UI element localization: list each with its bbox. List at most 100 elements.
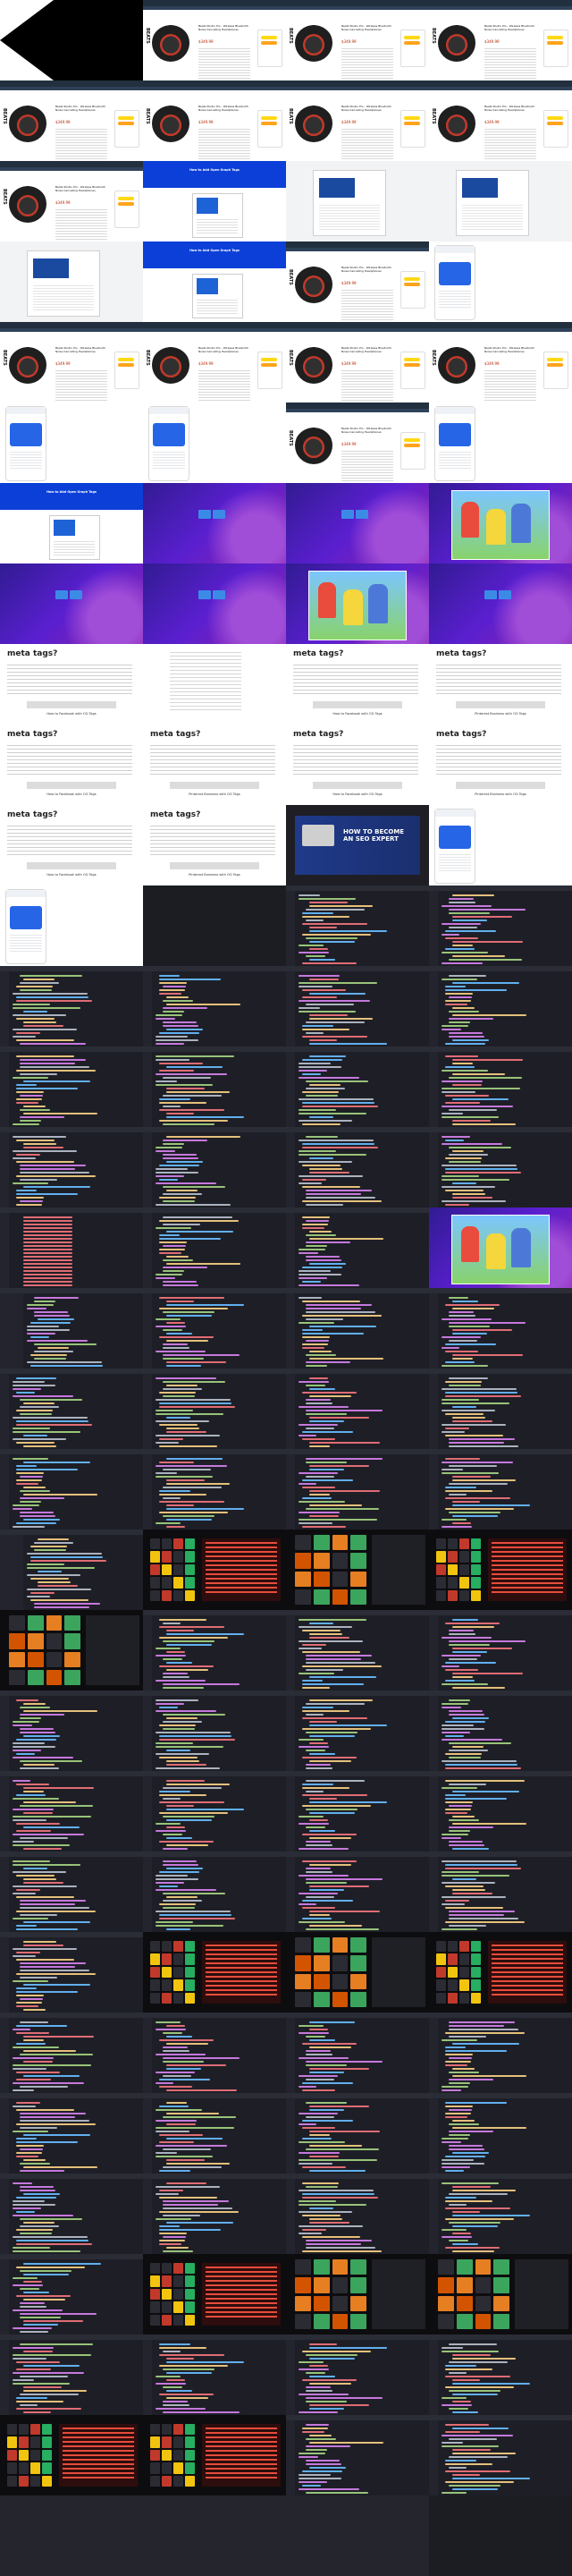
pokemon-card[interactable] <box>185 2436 195 2448</box>
folder-icon[interactable] <box>356 510 368 519</box>
editor-tabs[interactable] <box>143 1368 286 1374</box>
pokemon-card[interactable] <box>475 2313 492 2329</box>
pokemon-card[interactable] <box>459 1589 469 1601</box>
pokemon-card[interactable] <box>438 2277 454 2293</box>
pokemon-card[interactable] <box>185 1589 195 1601</box>
pokemon-card[interactable] <box>471 1563 481 1576</box>
editor-tabs[interactable] <box>0 1046 143 1052</box>
pokemon-card[interactable] <box>350 2295 366 2311</box>
pokemon-card[interactable] <box>173 1551 183 1563</box>
pokemon-card[interactable] <box>350 1535 366 1551</box>
editor-tabs[interactable] <box>0 1449 143 1454</box>
editor-tabs[interactable] <box>429 1771 572 1776</box>
pokemon-card[interactable] <box>162 2436 172 2448</box>
editor-tabs[interactable] <box>0 966 143 971</box>
pokemon-card[interactable] <box>436 1992 446 2004</box>
pokemon-card[interactable] <box>313 1937 330 1953</box>
pokemon-card[interactable] <box>471 1577 481 1589</box>
editor-tabs[interactable] <box>143 1127 286 1132</box>
pokemon-card[interactable] <box>448 1953 458 1965</box>
pokemon-card[interactable] <box>162 1953 172 1965</box>
pokemon-card[interactable] <box>295 2313 311 2329</box>
editor-tabs[interactable] <box>286 2093 429 2098</box>
editor-tabs[interactable] <box>143 1690 286 1696</box>
pokemon-card[interactable] <box>185 2275 195 2287</box>
pokemon-card[interactable] <box>150 1953 160 1965</box>
pokemon-card[interactable] <box>456 2277 473 2293</box>
pokemon-card[interactable] <box>295 2295 311 2311</box>
editor-tabs[interactable] <box>286 1449 429 1454</box>
editor-tabs[interactable] <box>286 1852 429 1857</box>
pokemon-card[interactable] <box>7 2424 17 2436</box>
folder-icon[interactable] <box>341 510 354 519</box>
pokemon-card[interactable] <box>185 2301 195 2313</box>
pokemon-card[interactable] <box>173 1953 183 1965</box>
editor-tabs[interactable] <box>143 1046 286 1052</box>
pokemon-card[interactable] <box>350 1973 366 1989</box>
pokemon-card[interactable] <box>173 2462 183 2474</box>
pokemon-card[interactable] <box>19 2475 29 2487</box>
buy-now-button[interactable] <box>118 202 134 206</box>
pokemon-card[interactable] <box>7 2449 17 2462</box>
pokemon-card[interactable] <box>185 1941 195 1953</box>
pokemon-card[interactable] <box>459 1941 469 1953</box>
editor-tabs[interactable] <box>429 2334 572 2340</box>
pokemon-card[interactable] <box>27 1669 44 1685</box>
pokemon-card[interactable] <box>19 2449 29 2462</box>
editor-tabs[interactable] <box>286 2415 429 2420</box>
pokemon-card[interactable] <box>173 1941 183 1953</box>
pokemon-card[interactable] <box>150 1589 160 1601</box>
pokemon-card[interactable] <box>64 1651 80 1667</box>
pokemon-card[interactable] <box>19 2424 29 2436</box>
pokemon-card[interactable] <box>30 2449 40 2462</box>
pokemon-card[interactable] <box>459 1551 469 1563</box>
pokemon-card[interactable] <box>313 1553 330 1569</box>
pokemon-card[interactable] <box>150 1538 160 1550</box>
pokemon-card[interactable] <box>27 1651 44 1667</box>
pokemon-card[interactable] <box>350 2259 366 2275</box>
pokemon-card[interactable] <box>436 1551 446 1563</box>
pokemon-card[interactable] <box>350 2313 366 2329</box>
add-to-cart-button[interactable] <box>404 116 420 120</box>
pokemon-card[interactable] <box>150 2301 160 2313</box>
editor-tabs[interactable] <box>143 1208 286 1213</box>
editor-tabs[interactable] <box>0 2334 143 2340</box>
pokemon-card[interactable] <box>438 2259 454 2275</box>
pokemon-card[interactable] <box>332 1973 349 1989</box>
editor-tabs[interactable] <box>286 1127 429 1132</box>
folder-icon[interactable] <box>213 510 225 519</box>
editor-tabs[interactable] <box>429 1288 572 1293</box>
pokemon-card[interactable] <box>350 1589 366 1605</box>
pokemon-card[interactable] <box>173 1979 183 1991</box>
pokemon-card[interactable] <box>471 1538 481 1550</box>
pokemon-card[interactable] <box>332 1553 349 1569</box>
pokemon-card[interactable] <box>46 1633 63 1649</box>
editor-tabs[interactable] <box>143 1449 286 1454</box>
pokemon-card[interactable] <box>150 1577 160 1589</box>
add-to-cart-button[interactable] <box>118 116 134 120</box>
pokemon-card[interactable] <box>459 1538 469 1550</box>
pokemon-card[interactable] <box>173 1563 183 1576</box>
pokemon-card[interactable] <box>185 1538 195 1550</box>
pokemon-card[interactable] <box>295 1955 311 1971</box>
editor-tabs[interactable] <box>286 966 429 971</box>
editor-tabs[interactable] <box>0 2254 143 2259</box>
buy-now-button[interactable] <box>547 122 563 125</box>
pokemon-card[interactable] <box>185 1992 195 2004</box>
pokemon-card[interactable] <box>162 1966 172 1979</box>
pokemon-card[interactable] <box>185 1966 195 1979</box>
pokemon-card[interactable] <box>173 1577 183 1589</box>
add-to-cart-button[interactable] <box>261 116 277 120</box>
pokemon-card[interactable] <box>150 2475 160 2487</box>
pokemon-card[interactable] <box>350 2277 366 2293</box>
pokemon-card[interactable] <box>150 1563 160 1576</box>
link-preview-bubble[interactable] <box>153 423 185 446</box>
pokemon-card[interactable] <box>332 1589 349 1605</box>
pokemon-card[interactable] <box>332 1571 349 1587</box>
editor-tabs[interactable] <box>0 1368 143 1374</box>
editor-tabs[interactable] <box>0 1771 143 1776</box>
share-preview-card[interactable] <box>192 274 243 318</box>
pokemon-card[interactable] <box>313 1955 330 1971</box>
pokemon-card[interactable] <box>42 2475 52 2487</box>
add-to-cart-button[interactable] <box>404 36 420 39</box>
